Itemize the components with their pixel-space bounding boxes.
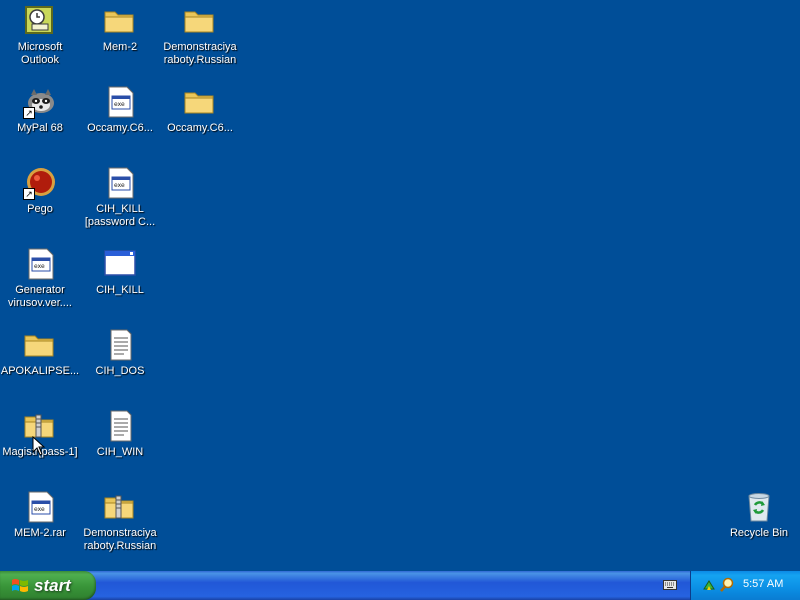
icon-label: Generator virusov.ver.... [8,284,72,309]
recycle-bin-icon [742,490,776,524]
icon-label: CIH_DOS [95,365,145,377]
folder-icon [23,328,57,362]
icon-label: Recycle Bin [729,527,789,539]
icon-label: APOKALIPSE... [0,365,80,377]
icon-label: Occamy.C6... [167,122,233,134]
svg-text:exe: exe [34,506,45,513]
executable-file-icon: exe [23,490,57,524]
clock[interactable]: 5:57 AM [743,578,783,590]
desktop-icon-recycle-bin[interactable]: Recycle Bin [719,488,799,564]
outlook-icon [23,4,57,38]
tray-arrow-icon[interactable] [701,577,717,593]
windows-logo-icon [12,578,28,592]
zip-folder-icon [23,409,57,443]
desktop-icon-cih-win[interactable]: CIH_WIN [80,407,160,483]
desktop-icon-cih-kill[interactable]: CIH_KILL [80,245,160,321]
desktop-icon-demonstraciya-zip[interactable]: Demonstraciya raboty.Russian [80,488,160,564]
text-document-icon [103,409,137,443]
zip-folder-icon [103,490,137,524]
svg-text:exe: exe [34,263,45,270]
text-document-icon [103,328,137,362]
icon-label: CIH_KILL [password C... [84,203,156,228]
application-window-icon [103,247,137,281]
desktop-icon-mem2-rar[interactable]: exe MEM-2.rar [0,488,80,564]
folder-icon [183,4,217,38]
desktop-icon-magistr[interactable]: Magistr[pass-1] [0,407,80,483]
keyboard-language-icon[interactable] [663,580,677,590]
icon-label: MyPal 68 [17,122,63,134]
desktop-icon-cih-kill-password[interactable]: exe CIH_KILL [password C... [80,164,160,240]
icon-label: Pego [27,203,53,215]
start-label: start [34,575,71,595]
icon-label: Magistr[pass-1] [2,446,78,458]
desktop-icon-microsoft-outlook[interactable]: Microsoft Outlook [0,2,80,78]
icon-label: Demonstraciya raboty.Russian [83,527,157,552]
desktop[interactable]: Microsoft Outlook ↗ MyPal 68 ↗ Pego exe … [0,0,800,571]
folder-icon [183,85,217,119]
shortcut-arrow-icon: ↗ [23,188,35,200]
desktop-icon-demonstraciya-folder[interactable]: Demonstraciya raboty.Russian [160,2,240,78]
taskbar: start 5:57 AM [0,571,800,600]
executable-file-icon: exe [103,166,137,200]
desktop-icon-cih-dos[interactable]: CIH_DOS [80,326,160,402]
icon-label: CIH_WIN [96,446,144,458]
icon-label: CIH_KILL [96,284,144,296]
desktop-icon-occamy-2[interactable]: Occamy.C6... [160,83,240,159]
desktop-icon-pego[interactable]: ↗ Pego [0,164,80,240]
svg-text:exe: exe [114,182,125,189]
icon-label: Mem-2 [102,41,138,53]
shortcut-arrow-icon: ↗ [23,107,35,119]
icon-label: Occamy.C6... [87,122,153,134]
desktop-icon-mem-2[interactable]: Mem-2 [80,2,160,78]
raccoon-browser-icon: ↗ [23,85,57,119]
start-button[interactable]: start [0,571,96,600]
desktop-icon-apokalipse[interactable]: APOKALIPSE... [0,326,80,402]
folder-icon [103,4,137,38]
icon-label: MEM-2.rar [14,527,66,539]
icon-label: Microsoft Outlook [17,41,63,66]
icon-label: Demonstraciya raboty.Russian [163,41,237,66]
pego-red-ball-icon: ↗ [23,166,57,200]
desktop-icon-generator-virusov[interactable]: exe Generator virusov.ver.... [0,245,80,321]
desktop-icon-mypal[interactable]: ↗ MyPal 68 [0,83,80,159]
svg-text:exe: exe [114,101,125,108]
executable-file-icon: exe [23,247,57,281]
desktop-icon-occamy-1[interactable]: exe Occamy.C6... [80,83,160,159]
magnifier-search-icon[interactable] [719,577,735,593]
executable-file-icon: exe [103,85,137,119]
system-tray: 5:57 AM [690,571,800,600]
